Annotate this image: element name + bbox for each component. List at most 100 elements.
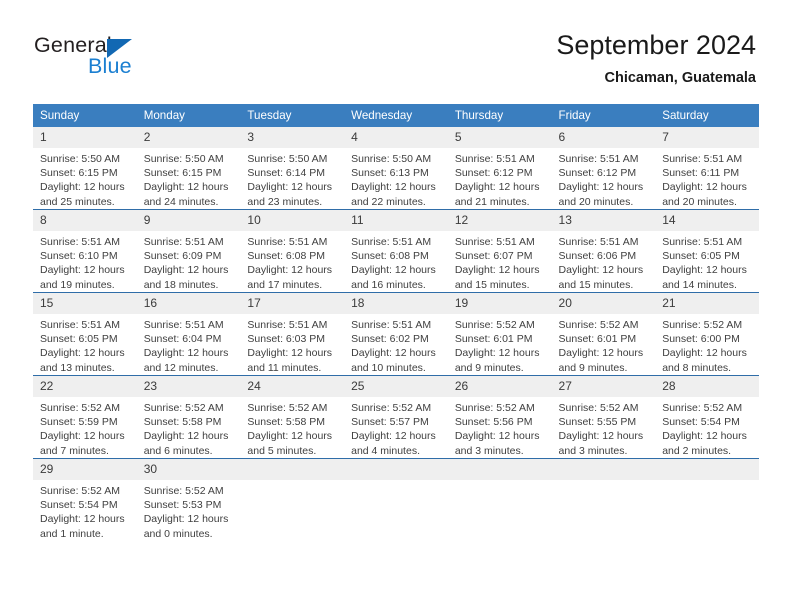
calendar-day-cell[interactable]: 22 Sunrise: 5:52 AM Sunset: 5:59 PM Dayligh…: [33, 375, 137, 459]
sunrise-text: Sunrise: 5:51 AM: [454, 153, 535, 165]
calendar-day-cell[interactable]: 11 Sunrise: 5:51 AM Sunset: 6:08 PM Dayligh…: [344, 209, 448, 293]
daylight-text: and 7 minutes.: [40, 444, 109, 457]
daylight-text: and 25 minutes.: [40, 195, 115, 208]
sunrise-text: Sunrise: 5:52 AM: [143, 402, 224, 414]
daylight-text: and 8 minutes.: [662, 361, 732, 374]
calendar-day-cell[interactable]: 27 Sunrise: 5:52 AM Sunset: 5:55 PM Dayligh…: [551, 375, 656, 459]
sunrise-text: Sunrise: 5:52 AM: [558, 402, 639, 414]
sunrise-text: Sunrise: 5:50 AM: [351, 153, 432, 165]
calendar-day-cell[interactable]: 3 Sunrise: 5:50 AM Sunset: 6:14 PM Daylight…: [240, 127, 345, 210]
calendar-day-cell[interactable]: 12 Sunrise: 5:51 AM Sunset: 6:07 PM Dayligh…: [447, 209, 552, 293]
daylight-text: Daylight: 12 hours: [40, 347, 125, 360]
calendar-day-cell[interactable]: 16 Sunrise: 5:51 AM Sunset: 6:04 PM Dayligh…: [136, 292, 241, 376]
day-details: Sunrise: 5:51 AM Sunset: 6:12 PM Daylight:…: [448, 148, 552, 209]
daylight-text: Daylight: 12 hours: [143, 347, 229, 360]
calendar-day-cell[interactable]: 29 Sunrise: 5:52 AM Sunset: 5:54 PM Dayligh…: [33, 458, 137, 541]
day-number: 10: [240, 210, 345, 231]
sunset-text: Sunset: 5:58 PM: [247, 416, 326, 429]
daylight-text: and 18 minutes.: [143, 278, 219, 291]
sunset-text: Sunset: 6:06 PM: [558, 250, 637, 263]
calendar-day-cell[interactable]: 6 Sunrise: 5:51 AM Sunset: 6:12 PM Daylight…: [551, 127, 656, 210]
calendar-day-cell[interactable]: 19 Sunrise: 5:52 AM Sunset: 6:01 PM Dayligh…: [447, 292, 552, 376]
calendar-day-cell[interactable]: 30 Sunrise: 5:52 AM Sunset: 5:53 PM Dayligh…: [136, 458, 241, 541]
sunrise-text: Sunrise: 5:52 AM: [454, 319, 535, 331]
daylight-text: Daylight: 12 hours: [351, 347, 436, 360]
calendar-day-cell[interactable]: 8 Sunrise: 5:51 AM Sunset: 6:10 PM Daylight…: [33, 209, 137, 293]
calendar-day-cell[interactable]: 9 Sunrise: 5:51 AM Sunset: 6:09 PM Daylight…: [136, 209, 241, 293]
daylight-text: and 3 minutes.: [558, 444, 628, 457]
sunset-text: Sunset: 6:01 PM: [558, 333, 637, 346]
daylight-text: Daylight: 12 hours: [662, 181, 747, 194]
day-details: Sunrise: 5:51 AM Sunset: 6:12 PM Daylight:…: [552, 148, 656, 209]
general-blue-logo[interactable]: General Blue: [34, 33, 214, 89]
calendar-day-cell[interactable]: 1 Sunrise: 5:50 AM Sunset: 6:15 PM Daylight…: [33, 127, 137, 210]
calendar-week-row: 22 Sunrise: 5:52 AM Sunset: 5:59 PM Dayligh…: [33, 375, 759, 459]
sunrise-text: Sunrise: 5:50 AM: [247, 153, 328, 165]
sunset-text: Sunset: 6:04 PM: [143, 333, 222, 346]
sunrise-text: Sunrise: 5:50 AM: [143, 153, 224, 165]
sunset-text: Sunset: 6:07 PM: [454, 250, 533, 263]
day-details: Sunrise: 5:51 AM Sunset: 6:08 PM Daylight:…: [240, 231, 344, 292]
daylight-text: and 12 minutes.: [143, 361, 219, 374]
daylight-text: and 4 minutes.: [351, 444, 420, 457]
calendar-day-cell[interactable]: 18 Sunrise: 5:51 AM Sunset: 6:02 PM Dayligh…: [344, 292, 448, 376]
calendar-day-cell[interactable]: 25 Sunrise: 5:52 AM Sunset: 5:57 PM Dayligh…: [344, 375, 448, 459]
day-number: 15: [33, 293, 137, 314]
calendar-day-cell[interactable]: 21 Sunrise: 5:52 AM Sunset: 6:00 PM Dayligh…: [655, 292, 759, 376]
daylight-text: and 9 minutes.: [454, 361, 524, 374]
sunrise-text: Sunrise: 5:52 AM: [40, 485, 120, 497]
weekday-header-saturday: Saturday: [655, 104, 759, 127]
day-details: Sunrise: 5:50 AM Sunset: 6:14 PM Daylight:…: [240, 148, 344, 209]
sunrise-text: Sunrise: 5:51 AM: [454, 236, 535, 248]
calendar-day-cell[interactable]: 26 Sunrise: 5:52 AM Sunset: 5:56 PM Dayligh…: [447, 375, 552, 459]
sunset-text: Sunset: 6:08 PM: [351, 250, 429, 263]
page-subtitle: Chicaman, Guatemala: [604, 70, 757, 86]
daylight-text: and 22 minutes.: [351, 195, 426, 208]
daylight-text: Daylight: 12 hours: [558, 347, 644, 360]
calendar-day-cell[interactable]: 20 Sunrise: 5:52 AM Sunset: 6:01 PM Dayligh…: [551, 292, 656, 376]
daylight-text: Daylight: 12 hours: [143, 513, 229, 526]
calendar-day-cell[interactable]: 24 Sunrise: 5:52 AM Sunset: 5:58 PM Dayligh…: [240, 375, 345, 459]
calendar-day-cell[interactable]: 17 Sunrise: 5:51 AM Sunset: 6:03 PM Dayligh…: [240, 292, 345, 376]
calendar-day-cell[interactable]: 13 Sunrise: 5:51 AM Sunset: 6:06 PM Dayligh…: [551, 209, 656, 293]
daylight-text: and 3 minutes.: [454, 444, 524, 457]
calendar-day-cell[interactable]: 15 Sunrise: 5:51 AM Sunset: 6:05 PM Dayligh…: [33, 292, 137, 376]
day-number: 27: [551, 376, 656, 397]
day-details: Sunrise: 5:51 AM Sunset: 6:09 PM Daylight:…: [137, 231, 241, 292]
sunrise-text: Sunrise: 5:51 AM: [662, 153, 743, 165]
sunset-text: Sunset: 6:00 PM: [662, 333, 740, 346]
day-details: Sunrise: 5:52 AM Sunset: 5:58 PM Daylight:…: [137, 397, 241, 458]
sunset-text: Sunset: 6:11 PM: [662, 167, 740, 180]
daylight-text: and 20 minutes.: [662, 195, 737, 208]
sunrise-text: Sunrise: 5:52 AM: [351, 402, 432, 414]
day-number: 25: [344, 376, 448, 397]
day-details: Sunrise: 5:51 AM Sunset: 6:02 PM Daylight:…: [344, 314, 448, 375]
calendar-day-cell-empty: [447, 458, 552, 541]
day-number: 5: [447, 127, 552, 148]
sunrise-text: Sunrise: 5:52 AM: [143, 485, 224, 497]
daylight-text: and 0 minutes.: [143, 527, 213, 540]
weekday-header-monday: Monday: [136, 104, 241, 127]
calendar-day-cell[interactable]: 5 Sunrise: 5:51 AM Sunset: 6:12 PM Daylight…: [447, 127, 552, 210]
day-details: Sunrise: 5:51 AM Sunset: 6:04 PM Daylight:…: [137, 314, 241, 375]
sunrise-text: Sunrise: 5:52 AM: [558, 319, 639, 331]
daylight-text: Daylight: 12 hours: [247, 347, 333, 360]
calendar-day-cell[interactable]: 28 Sunrise: 5:52 AM Sunset: 5:54 PM Dayligh…: [655, 375, 759, 459]
daylight-text: Daylight: 12 hours: [40, 513, 125, 526]
daylight-text: and 19 minutes.: [40, 278, 115, 291]
daylight-text: and 9 minutes.: [558, 361, 628, 374]
calendar-day-cell[interactable]: 14 Sunrise: 5:51 AM Sunset: 6:05 PM Dayligh…: [655, 209, 759, 293]
day-number: 21: [655, 293, 759, 314]
sunrise-text: Sunrise: 5:51 AM: [351, 236, 432, 248]
sunset-text: Sunset: 6:05 PM: [662, 250, 740, 263]
calendar-day-cell[interactable]: 4 Sunrise: 5:50 AM Sunset: 6:13 PM Daylight…: [344, 127, 448, 210]
calendar-week-row: 8 Sunrise: 5:51 AM Sunset: 6:10 PM Daylight…: [33, 209, 759, 293]
calendar-day-cell[interactable]: 2 Sunrise: 5:50 AM Sunset: 6:15 PM Daylight…: [136, 127, 241, 210]
calendar-day-cell[interactable]: 10 Sunrise: 5:51 AM Sunset: 6:08 PM Dayligh…: [240, 209, 345, 293]
sunset-text: Sunset: 6:15 PM: [143, 167, 222, 180]
day-number: [240, 459, 345, 480]
calendar-day-cell[interactable]: 7 Sunrise: 5:51 AM Sunset: 6:11 PM Daylight…: [655, 127, 759, 210]
calendar-day-cell[interactable]: 23 Sunrise: 5:52 AM Sunset: 5:58 PM Dayligh…: [136, 375, 241, 459]
day-details: Sunrise: 5:52 AM Sunset: 5:56 PM Daylight:…: [448, 397, 552, 458]
calendar-day-cell-empty: [240, 458, 345, 541]
